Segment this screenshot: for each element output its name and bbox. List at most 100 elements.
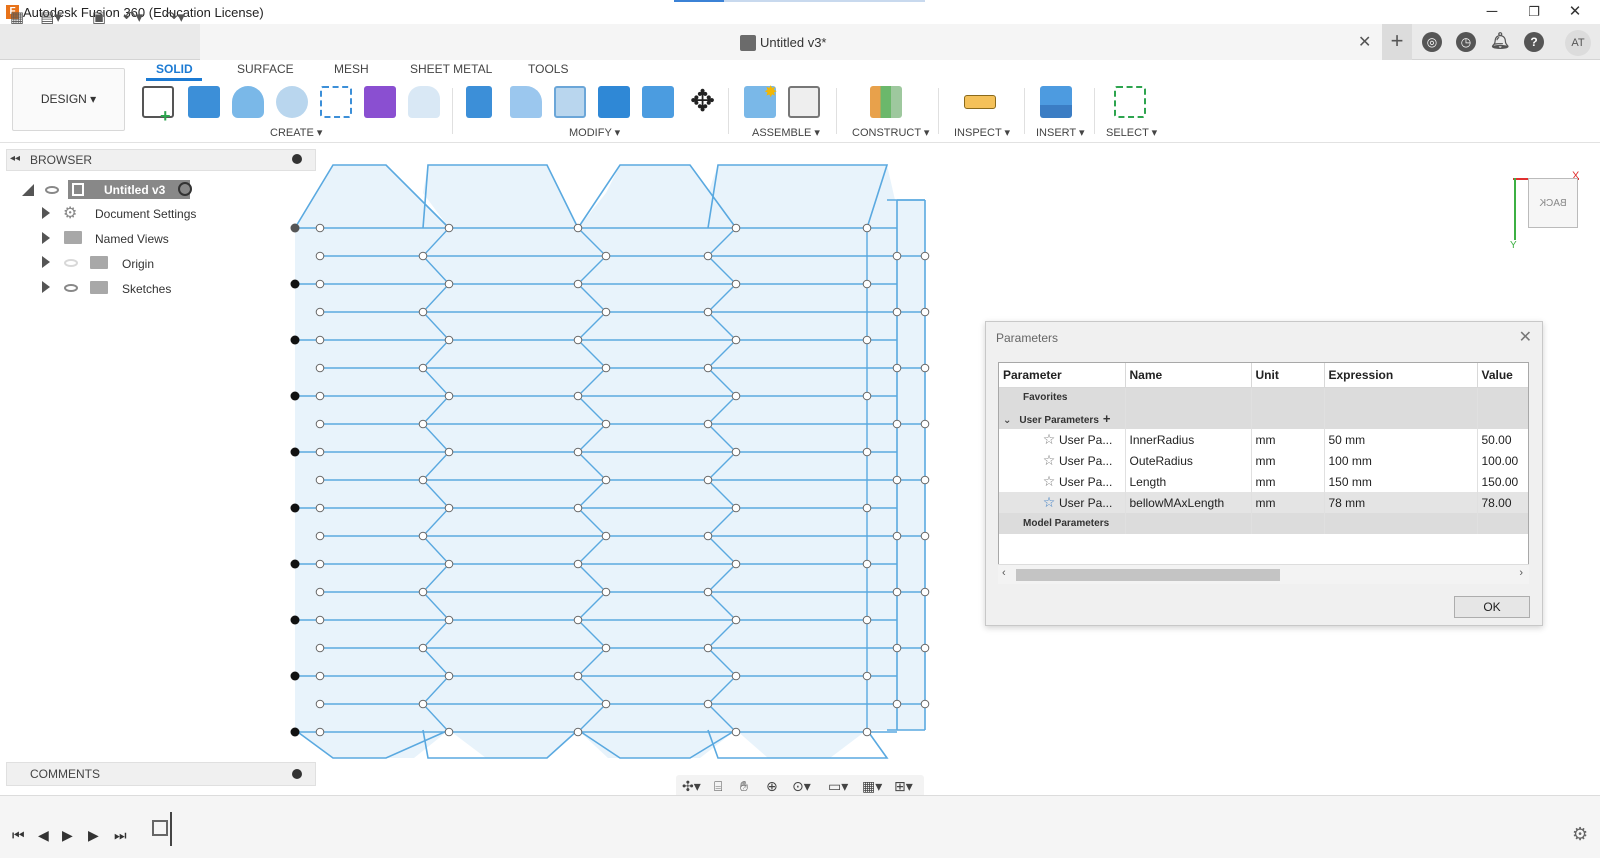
expression-cell[interactable]: 100 mm	[1324, 450, 1478, 471]
sketch-point[interactable]	[892, 699, 902, 709]
timeline-sketch-icon[interactable]	[152, 820, 168, 836]
sketch-point[interactable]	[703, 419, 713, 429]
sketch-point[interactable]	[444, 615, 454, 625]
sketch-point[interactable]	[418, 699, 428, 709]
sketch-point[interactable]	[315, 335, 325, 345]
fixed-sketch-point[interactable]	[290, 615, 300, 625]
sketch-point[interactable]	[315, 307, 325, 317]
expression-cell[interactable]: 50 mm	[1324, 429, 1478, 450]
model-parameters-group-row[interactable]: Model Parameters	[999, 513, 1528, 534]
sketch-point[interactable]	[862, 503, 872, 513]
sketch-point[interactable]	[573, 615, 583, 625]
timeline-settings-gear-icon[interactable]: ⚙	[1572, 824, 1588, 845]
sketch-point[interactable]	[315, 615, 325, 625]
sketch-point[interactable]	[892, 531, 902, 541]
timeline-next-icon[interactable]: ▶︎	[88, 827, 99, 844]
fixed-sketch-point[interactable]	[290, 223, 300, 233]
unit-cell[interactable]: mm	[1251, 492, 1325, 513]
sketch-point[interactable]	[892, 643, 902, 653]
name-cell[interactable]: OuteRadius	[1125, 450, 1252, 471]
column-header-parameter[interactable]: Parameter	[999, 363, 1126, 388]
look-at-icon[interactable]: ⌸	[714, 778, 722, 795]
sketch-point[interactable]	[444, 279, 454, 289]
sketch-point[interactable]	[601, 363, 611, 373]
fixed-sketch-point[interactable]	[290, 559, 300, 569]
sketch-point[interactable]	[315, 391, 325, 401]
sketch-point[interactable]	[731, 391, 741, 401]
chevron-down-icon[interactable]: ⌄	[1003, 415, 1011, 426]
sketch-point[interactable]	[601, 419, 611, 429]
fixed-sketch-point[interactable]	[290, 503, 300, 513]
fixed-sketch-point[interactable]	[290, 727, 300, 737]
zoom-icon[interactable]: ⊕	[766, 778, 778, 795]
view-cube[interactable]: BACK	[1528, 178, 1578, 228]
sketch-point[interactable]	[444, 559, 454, 569]
sketch-point[interactable]	[444, 503, 454, 513]
sketch-point[interactable]	[703, 587, 713, 597]
sketch-point[interactable]	[862, 279, 872, 289]
expression-cell[interactable]: 78 mm	[1324, 492, 1478, 513]
scrollbar-thumb[interactable]	[1016, 569, 1280, 581]
sketch-point[interactable]	[862, 671, 872, 681]
sketch-point[interactable]	[862, 223, 872, 233]
sketch-point[interactable]	[892, 307, 902, 317]
sketch-point[interactable]	[315, 279, 325, 289]
sketch-point[interactable]	[703, 643, 713, 653]
column-header-value[interactable]: Value	[1477, 363, 1528, 388]
timeline-marker[interactable]	[170, 812, 172, 846]
sketch-point[interactable]	[315, 251, 325, 261]
timeline-end-icon[interactable]: ⏭	[114, 827, 127, 844]
name-cell[interactable]: InnerRadius	[1125, 429, 1252, 450]
name-cell[interactable]: Length	[1125, 471, 1252, 492]
sketch-point[interactable]	[573, 503, 583, 513]
sketch-point[interactable]	[315, 363, 325, 373]
unit-cell[interactable]: mm	[1251, 429, 1325, 450]
table-row[interactable]: ☆ User Pa... OuteRadius mm 100 mm 100.00	[999, 450, 1528, 471]
sketch-point[interactable]	[862, 615, 872, 625]
sketch-point[interactable]	[418, 307, 428, 317]
sketch-point[interactable]	[601, 251, 611, 261]
sketch-point[interactable]	[315, 727, 325, 737]
sketch-point[interactable]	[920, 587, 930, 597]
fit-icon[interactable]: ⊙▾	[792, 778, 811, 795]
column-header-expression[interactable]: Expression	[1324, 363, 1478, 388]
pan-hand-icon[interactable]: ✋︎	[740, 778, 748, 795]
sketch-point[interactable]	[418, 587, 428, 597]
fixed-sketch-point[interactable]	[290, 335, 300, 345]
sketch-point[interactable]	[601, 307, 611, 317]
orbit-icon[interactable]: ✣▾	[682, 778, 701, 795]
unit-cell[interactable]: mm	[1251, 450, 1325, 471]
sketch-point[interactable]	[573, 279, 583, 289]
dialog-close-button[interactable]: ✕	[1519, 327, 1532, 347]
sketch-point[interactable]	[920, 643, 930, 653]
sketch-point[interactable]	[315, 559, 325, 569]
sketch-point[interactable]	[892, 363, 902, 373]
timeline-play-icon[interactable]: ▶	[62, 827, 73, 844]
sketch-point[interactable]	[315, 419, 325, 429]
sketch-point[interactable]	[573, 559, 583, 569]
sketch-point[interactable]	[892, 419, 902, 429]
favorite-star-icon[interactable]: ☆	[1039, 494, 1059, 511]
favorites-group-row[interactable]: Favorites	[999, 387, 1528, 408]
name-cell[interactable]: bellowMAxLength	[1125, 492, 1252, 513]
sketch-point[interactable]	[601, 475, 611, 485]
sketch-point[interactable]	[315, 643, 325, 653]
timeline-previous-icon[interactable]: ◀	[38, 827, 49, 844]
fixed-sketch-point[interactable]	[290, 671, 300, 681]
sketch-point[interactable]	[315, 587, 325, 597]
sketch-point[interactable]	[315, 475, 325, 485]
sketch-point[interactable]	[573, 223, 583, 233]
sketch-point[interactable]	[862, 727, 872, 737]
comments-pin-icon[interactable]	[292, 769, 302, 779]
expression-cell[interactable]: 150 mm	[1324, 471, 1478, 492]
column-header-unit[interactable]: Unit	[1251, 363, 1325, 388]
sketch-point[interactable]	[601, 699, 611, 709]
sketch-point[interactable]	[703, 363, 713, 373]
viewports-icon[interactable]: ⊞▾	[894, 778, 913, 795]
sketch-point[interactable]	[920, 531, 930, 541]
sketch-point[interactable]	[731, 615, 741, 625]
table-row-selected[interactable]: ☆ User Pa... bellowMAxLength mm 78 mm 78.…	[999, 492, 1528, 513]
sketch-point[interactable]	[418, 363, 428, 373]
sketch-point[interactable]	[731, 447, 741, 457]
sketch-point[interactable]	[573, 391, 583, 401]
